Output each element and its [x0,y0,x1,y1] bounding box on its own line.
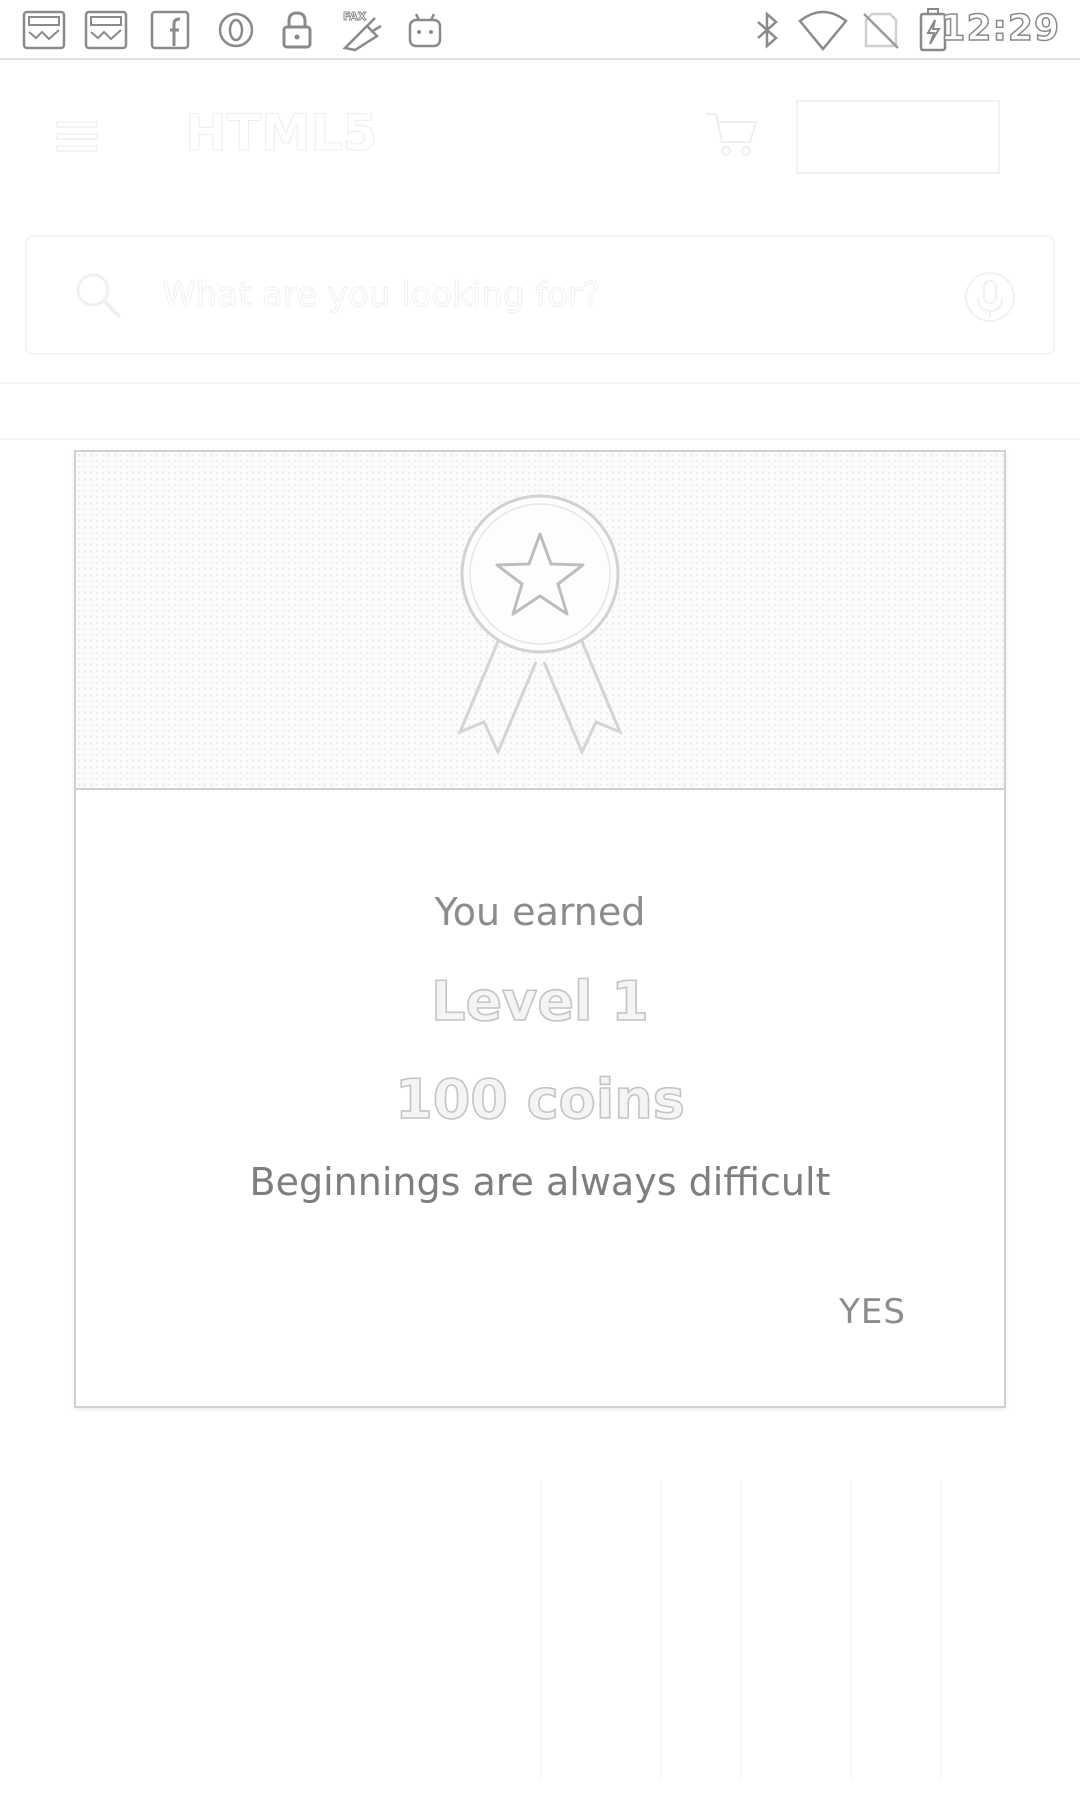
search-icon [72,269,124,325]
search-bar[interactable]: What are you looking for? [25,235,1055,355]
facebook-icon [150,10,190,50]
dialog-message: Beginnings are always difficult [249,1160,831,1204]
status-bar: FAX 12:29 [0,0,1080,60]
search-placeholder: What are you looking for? [161,275,601,316]
coins-badge[interactable] [796,100,1000,174]
coins-text: 100 coins [394,1067,685,1132]
divider [0,438,1080,440]
achievement-dialog: You earned Level 1 100 coins Beginnings … [74,450,1006,1408]
level-text: Level 1 [430,969,649,1034]
android-icon [406,10,444,50]
award-ribbon-icon [450,494,630,758]
cart-icon[interactable] [704,108,760,162]
svg-text:FAX: FAX [343,10,367,23]
divider [660,1480,662,1780]
lock-icon [280,10,314,50]
app-toolbar: HTML5 [0,60,1080,210]
yes-button[interactable]: YES [839,1292,906,1332]
fax-icon: FAX [337,10,385,52]
news-icon [22,10,66,50]
dialog-header [76,452,1004,790]
status-time: 12:29 [940,7,1060,50]
bluetooth-icon [752,10,782,50]
divider [540,1480,542,1780]
circle-o-icon [216,10,256,50]
divider [0,382,1080,384]
microphone-icon[interactable] [962,269,1018,329]
no-sim-icon [862,10,900,50]
wifi-icon [798,10,848,51]
divider [740,1480,742,1780]
dialog-body: You earned Level 1 100 coins Beginnings … [76,790,1004,1406]
divider [850,1480,852,1780]
divider [940,1480,942,1780]
app-title: HTML5 [184,104,378,163]
menu-icon[interactable] [55,120,99,158]
earned-label: You earned [434,890,646,934]
news-icon [84,10,128,50]
